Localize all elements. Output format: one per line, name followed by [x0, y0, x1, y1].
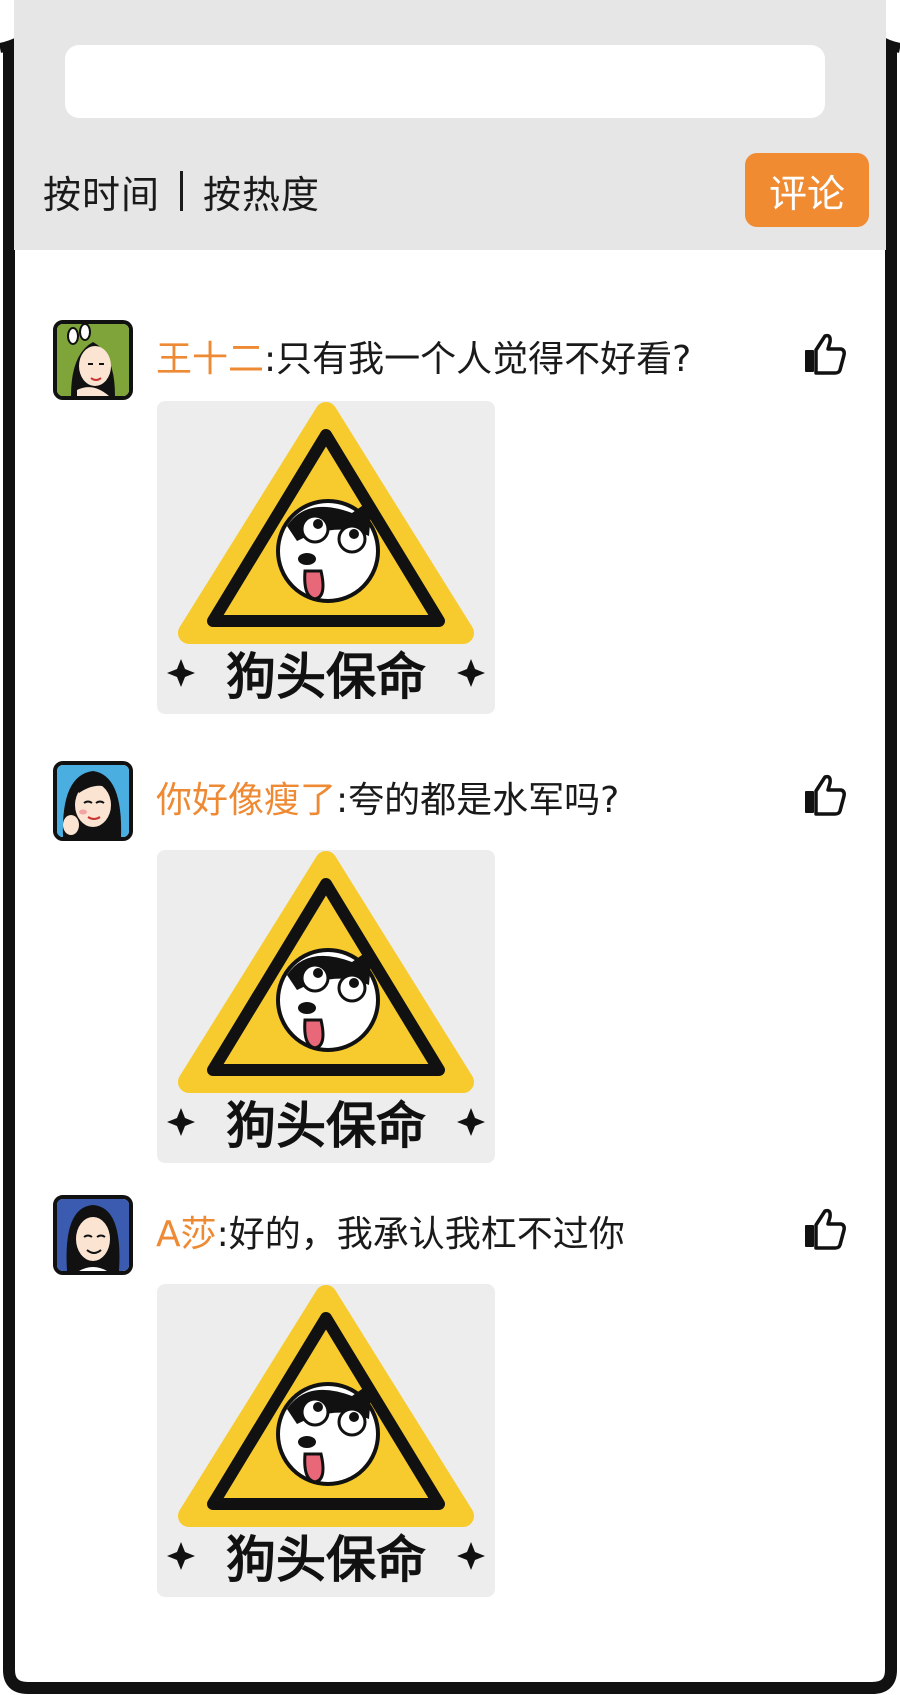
thumbs-up-icon[interactable] — [803, 773, 847, 817]
avatar[interactable] — [53, 320, 133, 400]
sort-by-hot-tab[interactable]: 按热度 — [203, 164, 320, 219]
sticker-image[interactable]: 狗头保命 — [157, 1284, 495, 1597]
comment-text: :夸的都是水军吗? — [336, 780, 620, 821]
thumbs-up-icon[interactable] — [803, 332, 847, 376]
avatar[interactable] — [53, 1195, 133, 1275]
username[interactable]: A莎 — [156, 1214, 217, 1255]
sort-tabs: 按时间 按热度 — [43, 163, 320, 219]
username[interactable]: 你好像瘦了 — [156, 780, 336, 821]
sort-by-time-tab[interactable]: 按时间 — [43, 164, 160, 219]
username[interactable]: 王十二 — [156, 339, 264, 380]
comment-text-line: 王十二:只有我一个人觉得不好看? — [156, 330, 691, 382]
sticker-caption: 狗头保命 — [226, 648, 426, 706]
comment-button[interactable]: 评论 — [745, 153, 869, 227]
thumbs-up-icon[interactable] — [803, 1207, 847, 1251]
sticker-image[interactable]: 狗头保命 — [157, 850, 495, 1163]
comment-text: :只有我一个人觉得不好看? — [264, 339, 692, 380]
sticker-caption: 狗头保命 — [226, 1097, 426, 1155]
comment-text-line: 你好像瘦了:夸的都是水军吗? — [156, 771, 619, 823]
tab-divider — [180, 171, 184, 211]
comment-text: :好的，我承认我杠不过你 — [216, 1214, 625, 1255]
sticker-image[interactable]: 狗头保命 — [157, 401, 495, 714]
comment-input[interactable] — [65, 45, 825, 118]
sticker-caption: 狗头保命 — [226, 1531, 426, 1589]
comment-text-line: A莎:好的，我承认我杠不过你 — [156, 1205, 625, 1257]
avatar[interactable] — [53, 761, 133, 841]
